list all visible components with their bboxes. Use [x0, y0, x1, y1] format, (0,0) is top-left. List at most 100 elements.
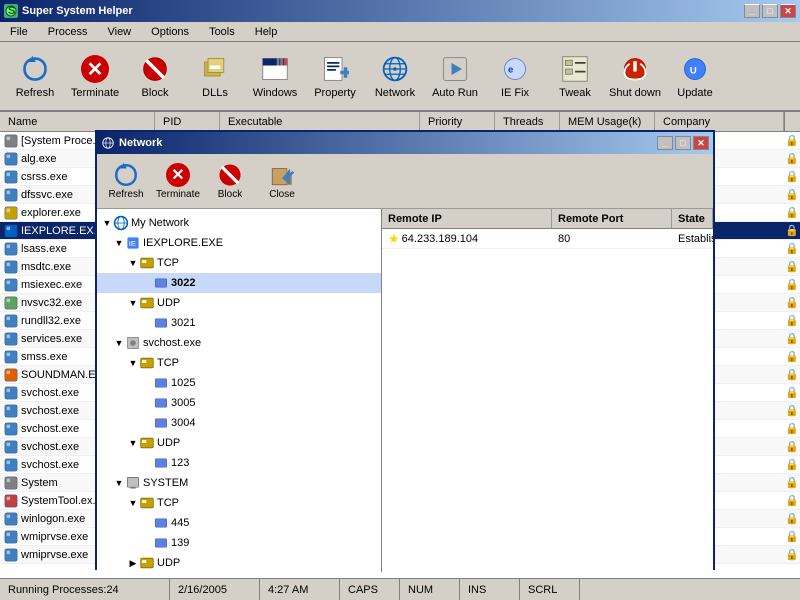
minimize-button[interactable]: _ [744, 4, 760, 18]
toolbar-shutdown-button[interactable]: Shut down [606, 46, 664, 106]
maximize-button[interactable]: □ [762, 4, 778, 18]
col-executable[interactable]: Executable [220, 112, 420, 131]
toolbar-block-button[interactable]: Block [126, 46, 184, 106]
proc-icon [4, 350, 18, 364]
port-445-icon [153, 515, 169, 531]
tree-iexplore-tcp[interactable]: ▼ TCP [97, 253, 381, 273]
tree-expand-3022 [141, 277, 153, 289]
tree-port-3005-label: 3005 [171, 397, 195, 409]
col-priority[interactable]: Priority [420, 112, 495, 131]
table-row-1[interactable]: ★ 64.233.189.104 80 Established [382, 229, 713, 249]
menu-options[interactable]: Options [145, 24, 195, 40]
col-state[interactable]: State [672, 209, 713, 228]
tree-expand-svchost[interactable]: ▼ [113, 337, 125, 349]
tree-port-3022[interactable]: 3022 [97, 273, 381, 293]
tree-port-3005[interactable]: 3005 [97, 393, 381, 413]
tree-system-udp[interactable]: ▶ UDP [97, 553, 381, 572]
tree-expand-iexplore[interactable]: ▼ [113, 237, 125, 249]
process-name: wmiprvse.exe [21, 549, 88, 561]
col-memusage[interactable]: MEM Usage(k) [560, 112, 655, 131]
tree-system-tcp[interactable]: ▼ TCP [97, 493, 381, 513]
network-tree[interactable]: ▼ My Network ▼ IE IEXPLORE.EXE [97, 209, 382, 572]
refresh-label: Refresh [16, 87, 55, 99]
toolbar-dlls-button[interactable]: DLLs [186, 46, 244, 106]
toolbar-refresh-button[interactable]: Refresh [6, 46, 64, 106]
star-icon: ★ [388, 231, 400, 247]
tree-expand-system-udp[interactable]: ▶ [127, 557, 139, 569]
modal-refresh-button[interactable]: Refresh [101, 158, 151, 204]
property-label: Property [314, 87, 356, 99]
tree-expand-system-tcp[interactable]: ▼ [127, 497, 139, 509]
modal-block-button[interactable]: Block [205, 158, 255, 204]
process-name: smss.exe [21, 351, 67, 363]
col-remote-ip[interactable]: Remote IP [382, 209, 552, 228]
tree-port-1025[interactable]: 1025 [97, 373, 381, 393]
tree-expand-system[interactable]: ▼ [113, 477, 125, 489]
col-threads[interactable]: Threads [495, 112, 560, 131]
menu-help[interactable]: Help [249, 24, 284, 40]
toolbar-iefix-button[interactable]: e IE Fix [486, 46, 544, 106]
tree-expand-iexplore-udp[interactable]: ▼ [127, 297, 139, 309]
toolbar-network-button[interactable]: Network [366, 46, 424, 106]
col-pid[interactable]: PID [155, 112, 220, 131]
modal-close-dialog-button[interactable]: Close [257, 158, 307, 204]
toolbar-property-button[interactable]: Property [306, 46, 364, 106]
tree-expand-root[interactable]: ▼ [101, 217, 113, 229]
app-title: Super System Helper [22, 5, 133, 17]
modal-maximize-button[interactable]: □ [675, 136, 691, 150]
tree-svchost-udp[interactable]: ▼ UDP [97, 433, 381, 453]
modal-terminate-button[interactable]: ✕ Terminate [153, 158, 203, 204]
svg-text:IE: IE [129, 239, 136, 248]
close-button[interactable]: ✕ [780, 4, 796, 18]
tree-port-139[interactable]: 139 [97, 533, 381, 553]
tree-expand-3021 [141, 317, 153, 329]
tree-port-445[interactable]: 445 [97, 513, 381, 533]
col-company[interactable]: Company [655, 112, 784, 131]
modal-minimize-button[interactable]: _ [657, 136, 673, 150]
lock-cell: 🔒 [784, 278, 800, 291]
tree-port-123-label: 123 [171, 457, 189, 469]
col-remote-port[interactable]: Remote Port [552, 209, 672, 228]
col-name[interactable]: Name [0, 112, 155, 131]
tree-port-1025-label: 1025 [171, 377, 195, 389]
modal-close-button[interactable]: ✕ [693, 136, 709, 150]
menu-tools[interactable]: Tools [203, 24, 241, 40]
tree-system[interactable]: ▼ SYSTEM [97, 473, 381, 493]
tree-expand-svchost-udp[interactable]: ▼ [127, 437, 139, 449]
tree-svchost-tcp-label: TCP [157, 357, 179, 369]
toolbar-autorun-button[interactable]: Auto Run [426, 46, 484, 106]
toolbar-update-button[interactable]: U Update [666, 46, 724, 106]
menu-file[interactable]: File [4, 24, 34, 40]
modal-terminate-icon: ✕ [165, 162, 191, 188]
lock-cell: 🔒 [784, 314, 800, 327]
svchost-icon [125, 335, 141, 351]
process-name: [System Proce... [21, 135, 102, 147]
tree-expand-iexplore-tcp[interactable]: ▼ [127, 257, 139, 269]
tree-system-label: SYSTEM [143, 477, 188, 489]
tree-port-3021[interactable]: 3021 [97, 313, 381, 333]
tree-svchost[interactable]: ▼ svchost.exe [97, 333, 381, 353]
lock-cell: 🔒 [784, 296, 800, 309]
modal-title-text: Network [119, 137, 162, 149]
proc-icon [4, 548, 18, 562]
tree-port-3004[interactable]: 3004 [97, 413, 381, 433]
menu-process[interactable]: Process [42, 24, 94, 40]
tree-expand-svchost-tcp[interactable]: ▼ [127, 357, 139, 369]
tree-svchost-tcp[interactable]: ▼ TCP [97, 353, 381, 373]
toolbar-tweak-button[interactable]: Tweak [546, 46, 604, 106]
tree-iexplore[interactable]: ▼ IE IEXPLORE.EXE [97, 233, 381, 253]
proc-icon [4, 278, 18, 292]
tree-port-123[interactable]: 123 [97, 453, 381, 473]
tree-iexplore-udp[interactable]: ▼ UDP [97, 293, 381, 313]
network-modal[interactable]: Network _ □ ✕ Refresh ✕ [95, 130, 715, 570]
toolbar-windows-button[interactable]: Windows [246, 46, 304, 106]
autorun-icon [439, 53, 471, 85]
tree-system-udp-label: UDP [157, 557, 180, 569]
tree-root[interactable]: ▼ My Network [97, 213, 381, 233]
menu-view[interactable]: View [101, 24, 137, 40]
table-header: Remote IP Remote Port State [382, 209, 713, 229]
toolbar-terminate-button[interactable]: ✕ Terminate [66, 46, 124, 106]
title-bar: S Super System Helper _ □ ✕ [0, 0, 800, 22]
proc-icon [4, 440, 18, 454]
cell-state-1: Established [672, 232, 713, 246]
